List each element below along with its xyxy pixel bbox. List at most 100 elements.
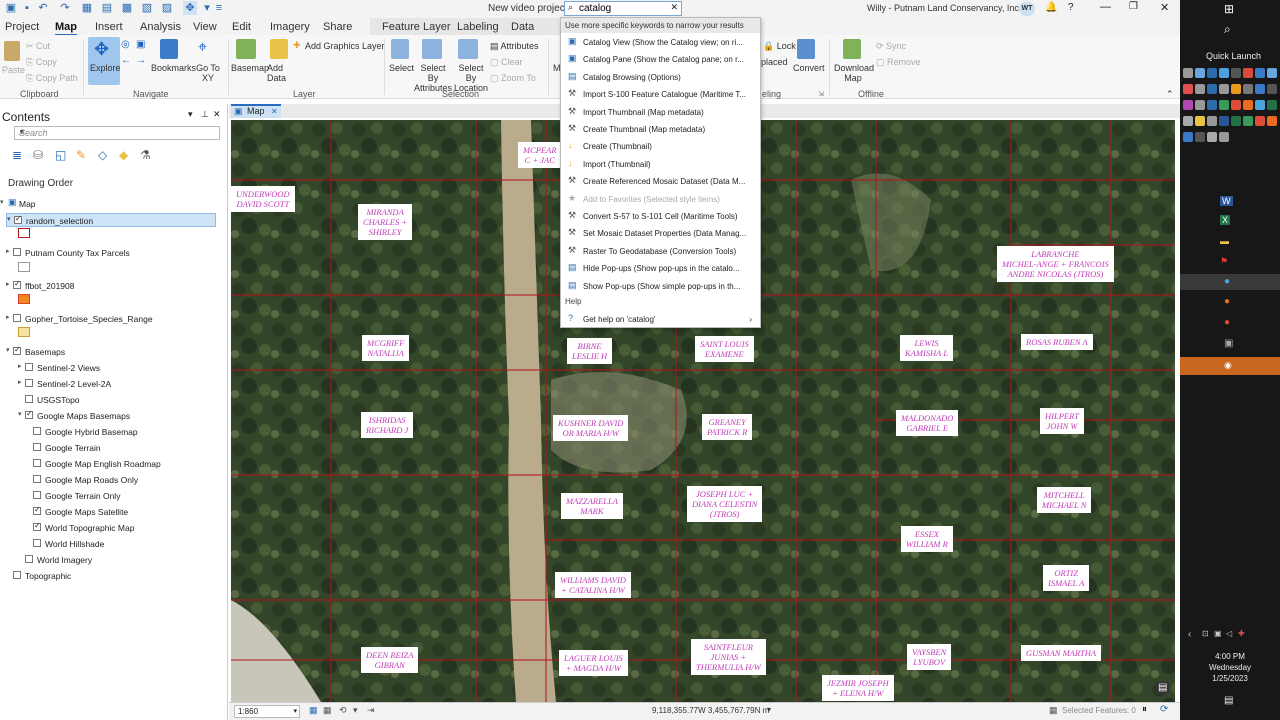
search-result-item[interactable]: ⚒ Create Thumbnail (Map metadata): [561, 121, 760, 138]
search-result-item[interactable]: ↓ Import (Thumbnail): [561, 156, 760, 173]
tray-app-icon[interactable]: ✚: [1238, 629, 1245, 638]
tab-feature-layer[interactable]: Feature Layer: [382, 21, 450, 33]
cut-button[interactable]: ✂ Cut: [26, 41, 50, 51]
chevron-down-icon[interactable]: ▾: [767, 705, 771, 714]
pin-icon[interactable]: ⊥: [201, 109, 209, 120]
taskbar-active-app[interactable]: ●: [1180, 274, 1280, 290]
quick-launch-app-icon[interactable]: [1231, 116, 1241, 126]
expand-toggle-icon[interactable]: ▸: [18, 378, 22, 386]
get-help-item[interactable]: ? Get help on 'catalog' ›: [561, 311, 760, 328]
map-overlay-icon[interactable]: ▤: [1156, 682, 1170, 693]
layer-visibility-checkbox[interactable]: [25, 363, 33, 371]
command-search-input[interactable]: [579, 3, 669, 14]
explore-tool-icon[interactable]: ✥: [183, 1, 197, 15]
quick-launch-app-icon[interactable]: [1255, 116, 1265, 126]
expand-toggle-icon[interactable]: ▾: [18, 410, 22, 418]
dialog-launcher-icon[interactable]: ⇲: [818, 90, 824, 98]
bell-icon[interactable]: 🔔: [1045, 2, 1057, 13]
restore-icon[interactable]: ❐: [1129, 1, 1138, 12]
customize-icon[interactable]: ≡: [212, 1, 226, 15]
copy-path-button[interactable]: ⎘ Copy Path: [26, 73, 78, 83]
save-as-icon[interactable]: ▩: [120, 1, 134, 15]
quick-launch-app-icon[interactable]: [1267, 100, 1277, 110]
attributes-button[interactable]: ▤ Attributes: [490, 41, 539, 51]
layer-visibility-checkbox[interactable]: [33, 475, 41, 483]
list-by-charts-icon[interactable]: ⚗: [140, 148, 154, 162]
quick-launch-app-icon[interactable]: [1231, 68, 1241, 78]
paste-icon[interactable]: [4, 41, 20, 61]
file-explorer-icon[interactable]: ▬: [1220, 236, 1229, 246]
copy-button[interactable]: ⎘ Copy: [26, 57, 57, 67]
basemap-icon[interactable]: [236, 39, 256, 59]
app-icon[interactable]: ▣: [1224, 338, 1233, 349]
scene-icon[interactable]: ▨: [160, 1, 174, 15]
quick-launch-app-icon[interactable]: [1243, 100, 1253, 110]
layer-row-random-selection[interactable]: ▾ random_selection: [6, 213, 216, 227]
next-extent-icon[interactable]: →: [136, 55, 146, 66]
layout-icon[interactable]: ▧: [140, 1, 154, 15]
layer-row-usgstopo[interactable]: USGSTopo: [18, 393, 216, 407]
quick-launch-app-icon[interactable]: [1183, 84, 1193, 94]
save-icon[interactable]: ▪: [20, 1, 34, 15]
quick-launch-app-icon[interactable]: [1219, 68, 1229, 78]
layer-visibility-checkbox[interactable]: [13, 345, 21, 355]
layer-row-google-map-roads-only[interactable]: Google Map Roads Only: [26, 473, 216, 487]
explore-button[interactable]: Explore: [90, 63, 121, 73]
expand-toggle-icon[interactable]: ▸: [6, 313, 10, 321]
undo-icon[interactable]: ↶: [36, 1, 50, 15]
help-icon[interactable]: ?: [1068, 2, 1074, 13]
layer-row-world-imagery[interactable]: World Imagery: [18, 553, 216, 567]
layer-symbol-swatch[interactable]: [18, 327, 30, 337]
layer-row-google-terrain[interactable]: Google Terrain: [26, 441, 216, 455]
tab-view[interactable]: View: [193, 21, 217, 33]
layer-visibility-checkbox[interactable]: [14, 214, 22, 224]
layer-symbol-swatch[interactable]: [18, 262, 30, 272]
search-result-item[interactable]: ▤ Catalog Browsing (Options): [561, 69, 760, 86]
select-button[interactable]: Select: [389, 63, 414, 73]
layer-row-basemaps[interactable]: ▾ Basemaps: [6, 345, 216, 359]
layer-row-google-maps-satellite[interactable]: Google Maps Satellite: [26, 505, 216, 519]
quick-launch-app-icon[interactable]: [1183, 100, 1193, 110]
expand-toggle-icon[interactable]: ▾: [6, 346, 10, 354]
layer-visibility-checkbox[interactable]: [33, 505, 41, 515]
layer-row-google-hybrid-basemap[interactable]: Google Hybrid Basemap: [26, 425, 216, 439]
pause-icon[interactable]: ⏸: [1142, 704, 1147, 715]
list-by-editing-icon[interactable]: ✎: [76, 148, 90, 162]
quick-launch-app-icon[interactable]: [1183, 116, 1193, 126]
quick-launch-app-icon[interactable]: [1195, 100, 1205, 110]
open-project-icon[interactable]: ▣: [4, 1, 18, 15]
quick-launch-app-icon[interactable]: [1207, 68, 1217, 78]
quick-launch-app-icon[interactable]: [1243, 116, 1253, 126]
quick-launch-app-icon[interactable]: [1207, 100, 1217, 110]
search-result-item[interactable]: ⚒ Convert S-57 to S-101 Cell (Maritime To…: [561, 208, 760, 225]
layer-row-google-terrain-only[interactable]: Google Terrain Only: [26, 489, 216, 503]
expand-toggle-icon[interactable]: ▾: [0, 198, 4, 206]
search-result-item[interactable]: ↓ Create (Thumbnail): [561, 138, 760, 155]
list-by-labeling-icon[interactable]: ◆: [119, 148, 133, 162]
search-result-item[interactable]: ▤ Show Pop-ups (Show simple pop-ups in th…: [561, 278, 760, 295]
search-result-item[interactable]: ★ Add to Favorites (Selected style items): [561, 191, 760, 208]
quick-launch-app-icon[interactable]: [1219, 132, 1229, 142]
search-result-item[interactable]: ▣ Catalog Pane (Show the Catalog pane; on…: [561, 51, 760, 68]
download-map-button[interactable]: Download Map: [834, 63, 874, 83]
quick-launch-app-icon[interactable]: [1207, 84, 1217, 94]
search-result-item[interactable]: ⚒ Create Referenced Mosaic Dataset (Data …: [561, 173, 760, 190]
redo-icon[interactable]: ↷: [58, 1, 72, 15]
sync-button[interactable]: ⟳ Sync: [876, 41, 906, 51]
quick-launch-app-icon[interactable]: [1207, 132, 1217, 142]
fixed-zoom-icon[interactable]: ▣: [136, 39, 145, 50]
paste-button[interactable]: Paste: [2, 65, 25, 75]
layer-visibility-checkbox[interactable]: [33, 491, 41, 499]
quick-launch-app-icon[interactable]: [1219, 84, 1229, 94]
quick-launch-app-icon[interactable]: [1219, 116, 1229, 126]
layer-row-sentinel-2-level-2a[interactable]: ▸ Sentinel-2 Level-2A: [18, 377, 216, 391]
download-map-icon[interactable]: [843, 39, 861, 59]
expand-toggle-icon[interactable]: ▸: [6, 247, 10, 255]
quick-launch-app-icon[interactable]: [1243, 84, 1253, 94]
minimize-icon[interactable]: —: [1100, 1, 1111, 13]
layer-visibility-checkbox[interactable]: [13, 248, 21, 256]
layer-visibility-checkbox[interactable]: [13, 314, 21, 322]
quick-launch-app-icon[interactable]: [1183, 68, 1193, 78]
add-data-button[interactable]: Add Data: [267, 63, 289, 83]
search-result-item[interactable]: ⚒ Raster To Geodatabase (Conversion Tools…: [561, 243, 760, 260]
